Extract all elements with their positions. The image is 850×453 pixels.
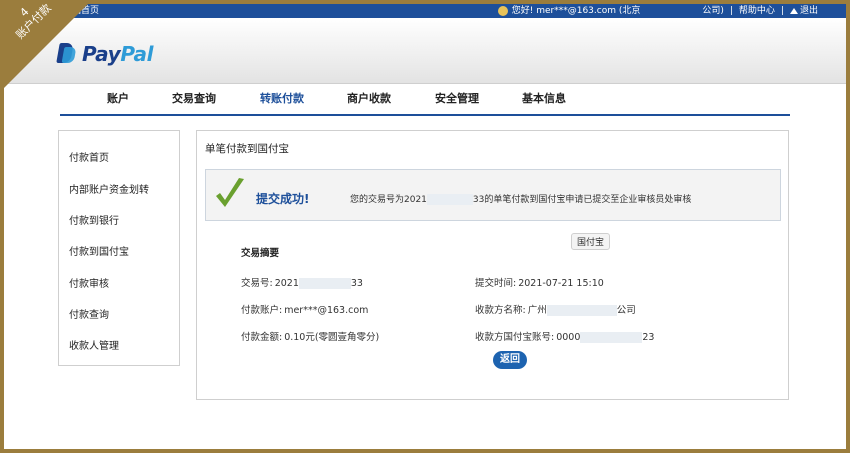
user-icon [497,5,508,16]
main-nav: 账户 交易查询 转账付款 商户收款 安全管理 基本信息 [60,86,790,116]
sidebar-item-payment-home[interactable]: 付款首页 [69,149,109,164]
back-button[interactable]: 返回 [493,351,527,369]
page-title: 单笔付款到国付宝 [205,143,289,155]
tab-account[interactable]: 账户 [107,86,129,114]
sidebar-item-internal-transfer[interactable]: 内部账户资金划转 [69,181,149,196]
sidebar: 付款首页 内部账户资金划转 付款到银行 付款到国付宝 付款审核 付款查询 收款人… [58,130,180,366]
payee-account-row: 收款方国付宝账号: 0000 23 [475,332,655,343]
tab-merchant-collection[interactable]: 商户收款 [347,86,391,114]
amount-row: 付款金额: 0.10元(零圆壹角零分) [241,332,380,343]
separator: | [729,6,733,16]
trade-number-row: 交易号: 2021 33 [241,278,363,289]
tab-transaction-query[interactable]: 交易查询 [172,86,216,114]
success-message: 您的交易号为2021 33的单笔付款到国付宝申请已提交至企业审核员处审核 [350,194,692,205]
sidebar-item-pay-to-bank[interactable]: 付款到银行 [69,212,119,227]
tab-transfer-payment[interactable]: 转账付款 [260,86,304,114]
masked-text [546,305,617,316]
eject-icon [789,7,798,14]
masked-text [580,332,643,343]
tooltip: 国付宝 [571,233,611,250]
help-center-link[interactable]: 帮助中心 [739,4,775,18]
sidebar-item-payment-review[interactable]: 付款审核 [69,275,109,290]
summary-title: 交易摘要 [241,248,280,259]
sidebar-item-payment-query[interactable]: 付款查询 [69,306,109,321]
company-suffix: 公司) [702,6,724,16]
payee-name-row: 收款方名称: 广州 公司 [475,305,636,316]
masked-text [298,278,351,289]
checkmark-icon [216,178,244,207]
payer-account-row: 付款账户: mer***@163.com [241,305,369,316]
header: PayPal [4,18,846,84]
page-frame: 回首页 您好! mer***@163.com (北京 公司) | 帮助中心 | … [4,4,846,449]
logout-link[interactable]: 退出 [789,4,818,18]
logout-label: 退出 [799,6,818,16]
top-bar-right: 您好! mer***@163.com (北京 公司) | 帮助中心 | 退出 [497,4,818,18]
sidebar-item-payee-management[interactable]: 收款人管理 [69,337,119,352]
success-title: 提交成功! [256,192,310,206]
sidebar-item-pay-to-gopay[interactable]: 付款到国付宝 [69,243,129,258]
top-bar: 回首页 您好! mer***@163.com (北京 公司) | 帮助中心 | … [4,4,846,18]
success-box: 提交成功! 您的交易号为2021 33的单笔付款到国付宝申请已提交至企业审核员处审… [205,169,781,221]
main-panel: 单笔付款到国付宝 提交成功! 您的交易号为2021 33的单笔付款到国付宝申请已提… [196,130,789,400]
submit-time-row: 提交时间: 2021-07-21 15:10 [475,278,604,289]
masked-text [426,194,473,205]
separator: | [780,6,784,16]
user-greeting: 您好! mer***@163.com (北京 [497,4,641,18]
greeting-text: 您好! mer***@163.com (北京 [511,6,641,16]
tab-security[interactable]: 安全管理 [435,86,479,114]
tab-basic-info[interactable]: 基本信息 [522,86,566,114]
